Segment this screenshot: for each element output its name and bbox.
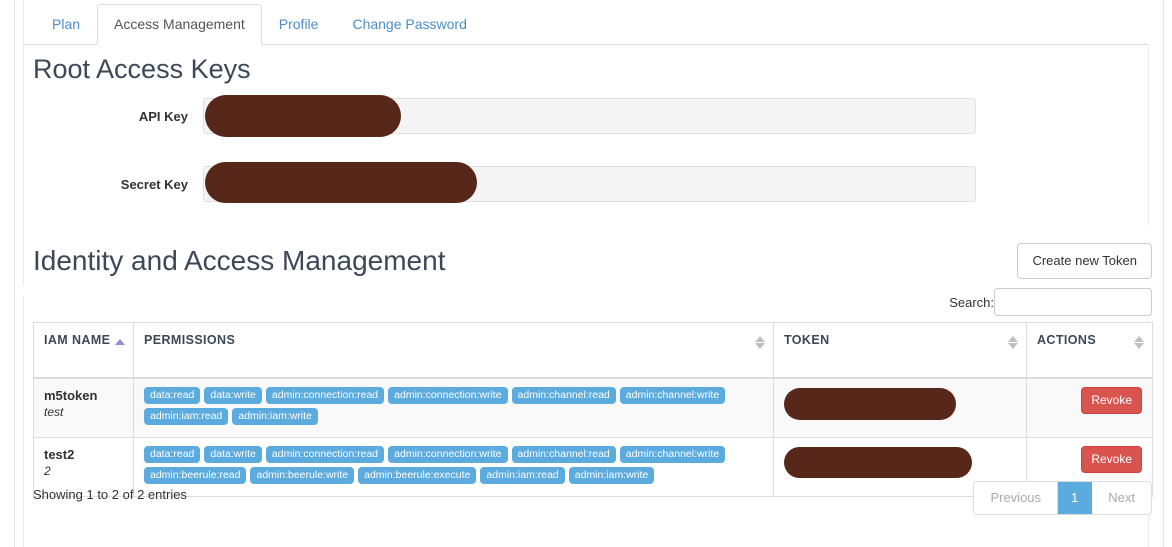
permission-tag: data:write: [204, 387, 262, 404]
permission-tag: admin:iam:write: [568, 467, 655, 484]
tab-access-management[interactable]: Access Management: [97, 4, 262, 45]
permission-tag: admin:channel:read: [511, 446, 616, 463]
sort-both-icon[interactable]: [1008, 335, 1018, 349]
iam-table-head: IAM NAME PERMISSIONS TOKEN ACTIONS: [33, 322, 1153, 379]
root-access-keys-heading: Root Access Keys: [33, 54, 251, 84]
panel-left-border: [14, 0, 15, 547]
revoke-button[interactable]: Revoke: [1081, 446, 1142, 474]
search-input[interactable]: [994, 288, 1152, 316]
column-header-permissions-label: PERMISSIONS: [144, 333, 236, 347]
table-header-row: IAM NAME PERMISSIONS TOKEN ACTIONS: [33, 322, 1153, 379]
permission-tag: admin:connection:read: [265, 446, 385, 463]
access-management-page: Plan Access Management Profile Change Pa…: [0, 0, 1172, 547]
pagination-page-1-button[interactable]: 1: [1058, 482, 1093, 515]
table-row: m5token test data:read data:write admin:conn…: [33, 377, 1153, 438]
column-header-permissions[interactable]: PERMISSIONS: [133, 322, 774, 379]
permission-tag: admin:beerule:execute: [358, 467, 477, 484]
permission-tag: admin:beerule:read: [144, 467, 247, 484]
token-redaction: [784, 388, 956, 420]
iam-name-value: test2: [44, 447, 75, 462]
tab-change-password[interactable]: Change Password: [335, 4, 483, 45]
permission-tag: admin:channel:write: [619, 446, 726, 463]
panel-left-inner-border-bottom: [23, 296, 24, 547]
search-label: Search:: [949, 294, 994, 310]
iam-table-body: m5token test data:read data:write admin:conn…: [33, 377, 1153, 497]
cell-token: [773, 377, 1027, 438]
revoke-button[interactable]: Revoke: [1081, 387, 1142, 415]
permission-tag: admin:connection:write: [388, 387, 508, 404]
tab-profile[interactable]: Profile: [262, 4, 336, 45]
pagination: Previous 1 Next: [973, 481, 1152, 516]
pagination-next-button[interactable]: Next: [1092, 482, 1151, 515]
column-header-actions[interactable]: ACTIONS: [1026, 322, 1153, 379]
api-key-row: API Key: [33, 98, 976, 134]
secret-key-row: Secret Key: [33, 166, 976, 202]
column-header-iam-name[interactable]: IAM NAME: [33, 322, 134, 379]
create-new-token-button[interactable]: Create new Token: [1017, 243, 1152, 280]
panel-right-inner-border-top: [1148, 45, 1149, 225]
sort-both-icon[interactable]: [1134, 335, 1144, 349]
iam-name-value: m5token: [44, 388, 98, 403]
column-header-actions-label: ACTIONS: [1037, 333, 1097, 347]
api-key-label: API Key: [138, 108, 188, 124]
pagination-previous-button[interactable]: Previous: [974, 482, 1059, 515]
tab-plan[interactable]: Plan: [35, 4, 97, 45]
panel-right-border: [1163, 0, 1164, 547]
cell-permissions: data:read data:write admin:connection:read…: [133, 377, 774, 438]
iam-heading: Identity and Access Management: [33, 245, 446, 276]
permission-tag: admin:channel:write: [619, 387, 726, 404]
secret-key-redaction: [205, 162, 477, 203]
permission-tag: admin:connection:read: [265, 387, 385, 404]
table-search: Search:: [949, 288, 1152, 316]
permission-tag: admin:channel:read: [511, 387, 616, 404]
permission-tag: admin:iam:read: [144, 408, 229, 425]
sort-both-icon[interactable]: [755, 335, 765, 349]
token-redaction: [784, 447, 972, 478]
showing-entries-label: Showing 1 to 2 of 2 entries: [33, 487, 187, 502]
column-header-token-label: TOKEN: [784, 333, 830, 347]
permission-tag: admin:iam:read: [480, 467, 565, 484]
iam-description-value: 2: [44, 464, 51, 478]
permission-tag: data:read: [144, 446, 201, 463]
cell-permissions: data:read data:write admin:connection:read…: [133, 437, 774, 497]
iam-description-value: test: [44, 405, 64, 419]
permission-tag: data:read: [144, 387, 201, 404]
permission-tag: admin:connection:write: [388, 446, 508, 463]
api-key-redaction: [205, 95, 401, 137]
tab-bar: Plan Access Management Profile Change Pa…: [24, 0, 1148, 45]
secret-key-label: Secret Key: [120, 176, 188, 192]
permission-tag: data:write: [204, 446, 262, 463]
permission-tag: admin:iam:write: [232, 408, 318, 425]
permission-tag: admin:beerule:write: [250, 467, 355, 484]
sort-ascending-icon[interactable]: [115, 335, 125, 349]
iam-table: IAM NAME PERMISSIONS TOKEN ACTIONS m5tok…: [33, 322, 1153, 497]
column-header-iam-name-label: IAM NAME: [44, 333, 111, 347]
cell-actions: Revoke: [1026, 377, 1153, 438]
cell-iam-name: m5token test: [33, 377, 134, 438]
column-header-token[interactable]: TOKEN: [773, 322, 1027, 379]
